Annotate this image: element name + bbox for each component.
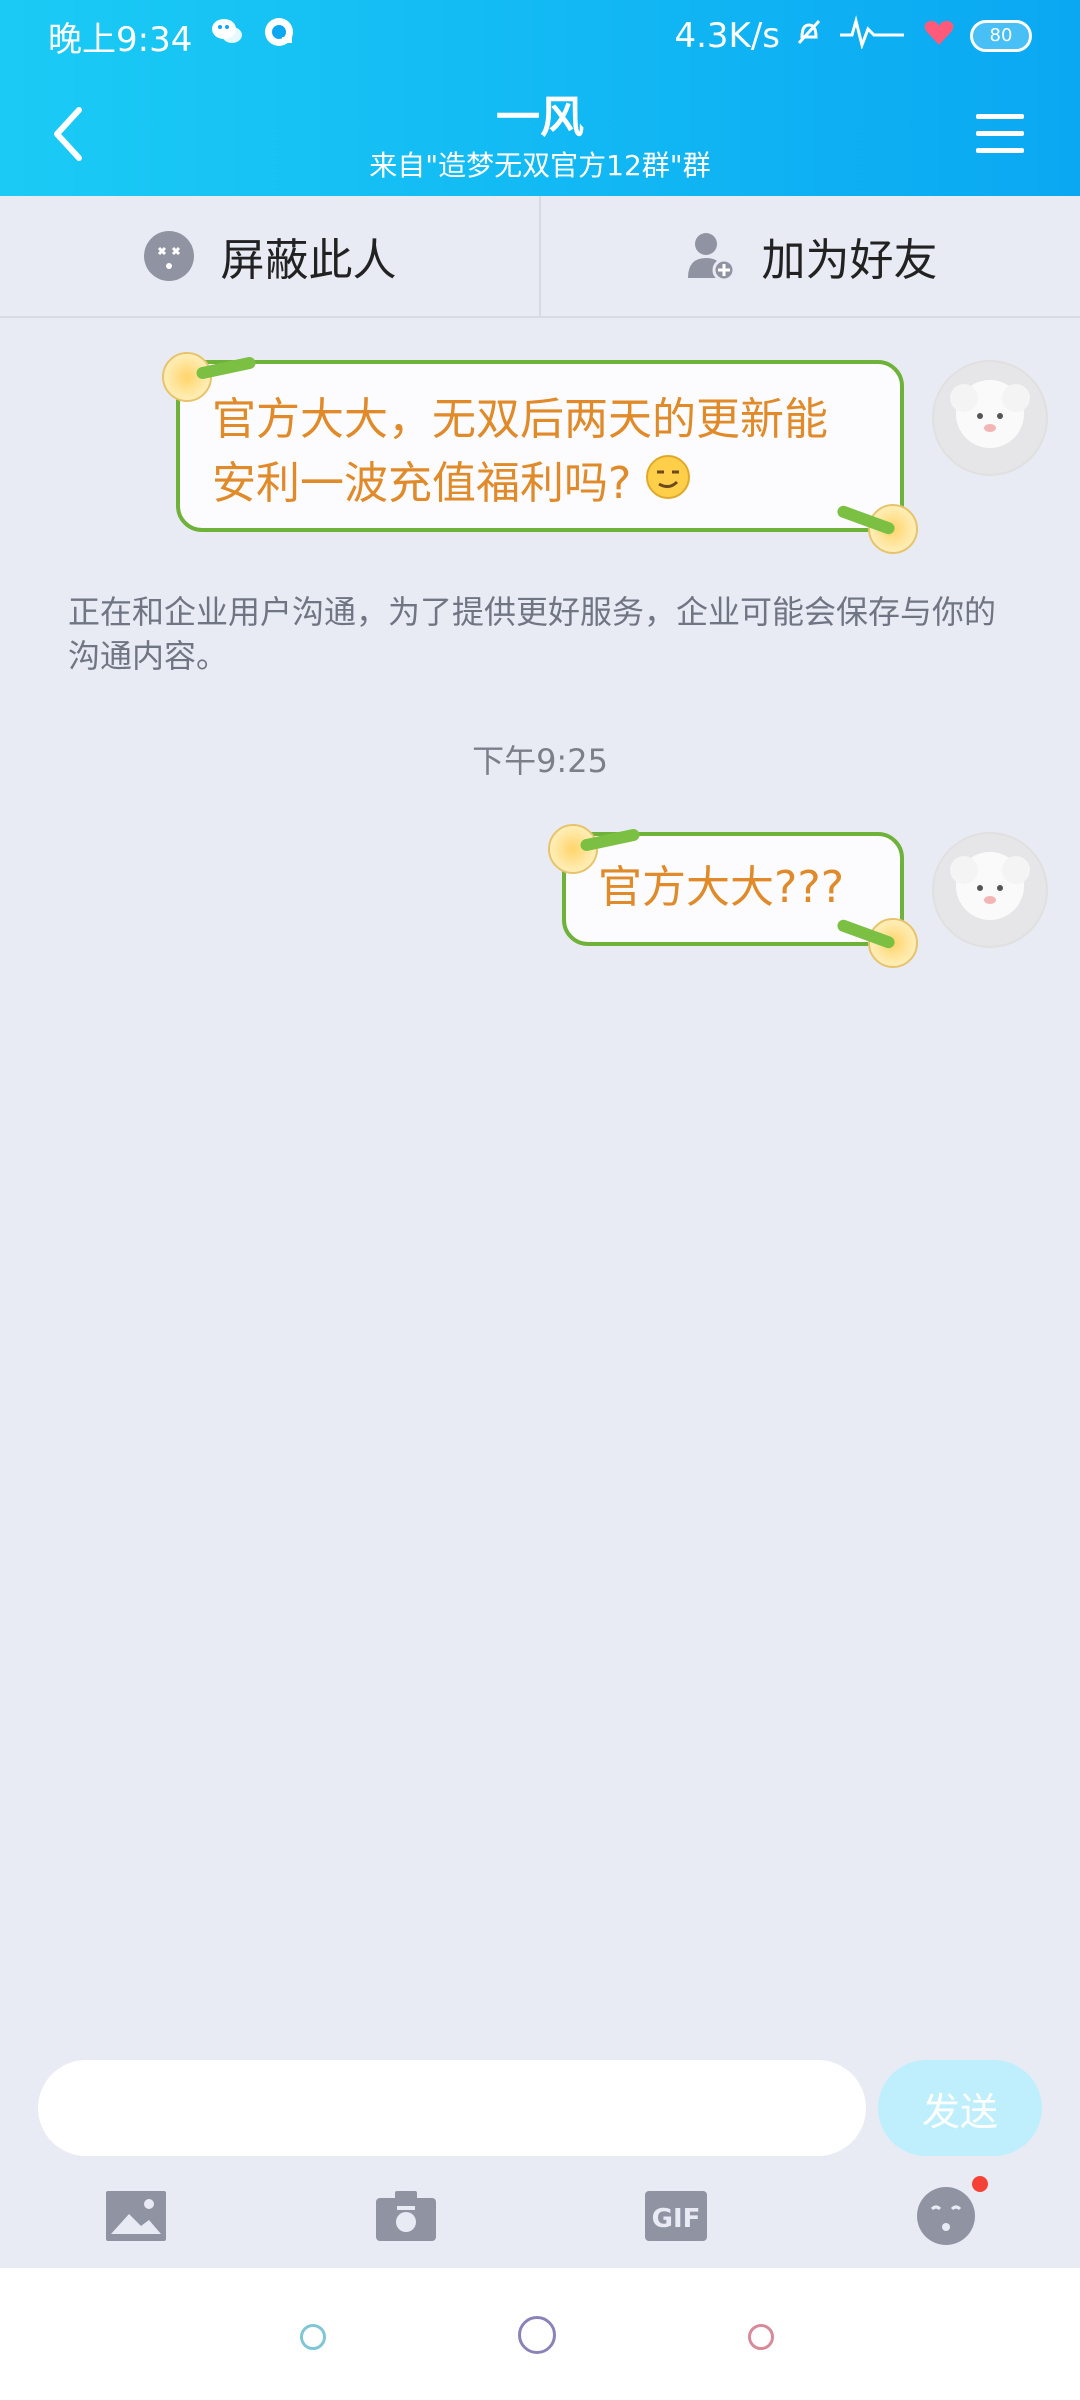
input-toolbar: GIF <box>0 2168 1080 2264</box>
wechat-icon <box>210 16 244 56</box>
message-input[interactable] <box>38 2060 866 2156</box>
hamburger-menu-icon <box>976 114 1024 153</box>
image-button[interactable] <box>104 2184 168 2248</box>
network-speed: 4.3K/s <box>674 16 780 56</box>
header: 晚上9:34 4.3K/s 80 一风 来自"造梦无双官方12群"群 <box>0 0 1080 196</box>
camera-button[interactable] <box>374 2184 438 2248</box>
action-bar: 屏蔽此人 加为好友 <box>0 196 1080 318</box>
emoji-button[interactable] <box>914 2176 988 2248</box>
chevron-left-icon <box>54 107 82 161</box>
mute-bell-icon <box>794 16 824 56</box>
status-time: 晚上9:34 <box>48 19 193 60</box>
chat-area[interactable]: 官方大大，无双后两天的更新能安利一波充值福利吗? 正在和企业用户沟通，为了提供更… <box>0 318 1080 2048</box>
recents-nav-button[interactable] <box>748 2324 774 2350</box>
add-user-icon <box>687 233 735 282</box>
gif-button[interactable]: GIF <box>644 2184 708 2248</box>
svg-text:GIF: GIF <box>652 2204 701 2234</box>
block-user-label: 屏蔽此人 <box>220 235 397 286</box>
hd-signal-icon <box>838 14 908 58</box>
status-bar: 晚上9:34 4.3K/s 80 <box>0 0 1080 72</box>
qq-icon <box>262 15 296 58</box>
send-button[interactable]: 发送 <box>878 2060 1042 2156</box>
avatar[interactable] <box>932 360 1048 476</box>
menu-button[interactable] <box>968 102 1032 166</box>
system-notice: 正在和企业用户沟通，为了提供更好服务，企业可能会保存与你的沟通内容。 <box>68 593 997 675</box>
message-text: 官方大大??? <box>598 862 845 913</box>
add-friend-button[interactable]: 加为好友 <box>541 196 1080 316</box>
input-area: 发送 GIF <box>0 2048 1080 2268</box>
back-nav-button[interactable] <box>300 2324 326 2350</box>
status-left: 晚上9:34 <box>0 12 296 61</box>
sheep-plush-avatar-icon <box>934 834 1046 946</box>
emoji-icon <box>917 2187 975 2245</box>
page-title: 一风 <box>496 92 584 143</box>
system-nav-bar <box>0 2268 1080 2400</box>
status-right: 4.3K/s 80 <box>674 14 1080 58</box>
gif-icon: GIF <box>645 2191 707 2241</box>
nav-bar: 一风 来自"造梦无双官方12群"群 <box>0 72 1080 196</box>
battery-icon: 80 <box>970 20 1032 52</box>
page-subtitle: 来自"造梦无双官方12群"群 <box>369 149 711 182</box>
block-user-button[interactable]: 屏蔽此人 <box>0 196 539 316</box>
camera-icon <box>376 2191 436 2241</box>
title-block: 一风 来自"造梦无双官方12群"群 <box>240 92 840 184</box>
home-nav-button[interactable] <box>518 2316 556 2354</box>
timestamp: 下午9:25 <box>472 742 608 780</box>
heart-icon <box>922 16 956 56</box>
message-bubble[interactable]: 官方大大，无双后两天的更新能安利一波充值福利吗? <box>176 360 904 532</box>
add-friend-label: 加为好友 <box>761 235 938 286</box>
avatar[interactable] <box>932 832 1048 948</box>
sheep-plush-avatar-icon <box>934 362 1046 474</box>
message-text: 官方大大，无双后两天的更新能安利一波充值福利吗? <box>212 394 828 509</box>
image-icon <box>106 2191 166 2241</box>
smirk-emoji-icon <box>645 454 691 518</box>
back-button[interactable] <box>34 94 104 174</box>
notification-dot <box>972 2176 988 2192</box>
block-face-icon <box>143 231 194 281</box>
